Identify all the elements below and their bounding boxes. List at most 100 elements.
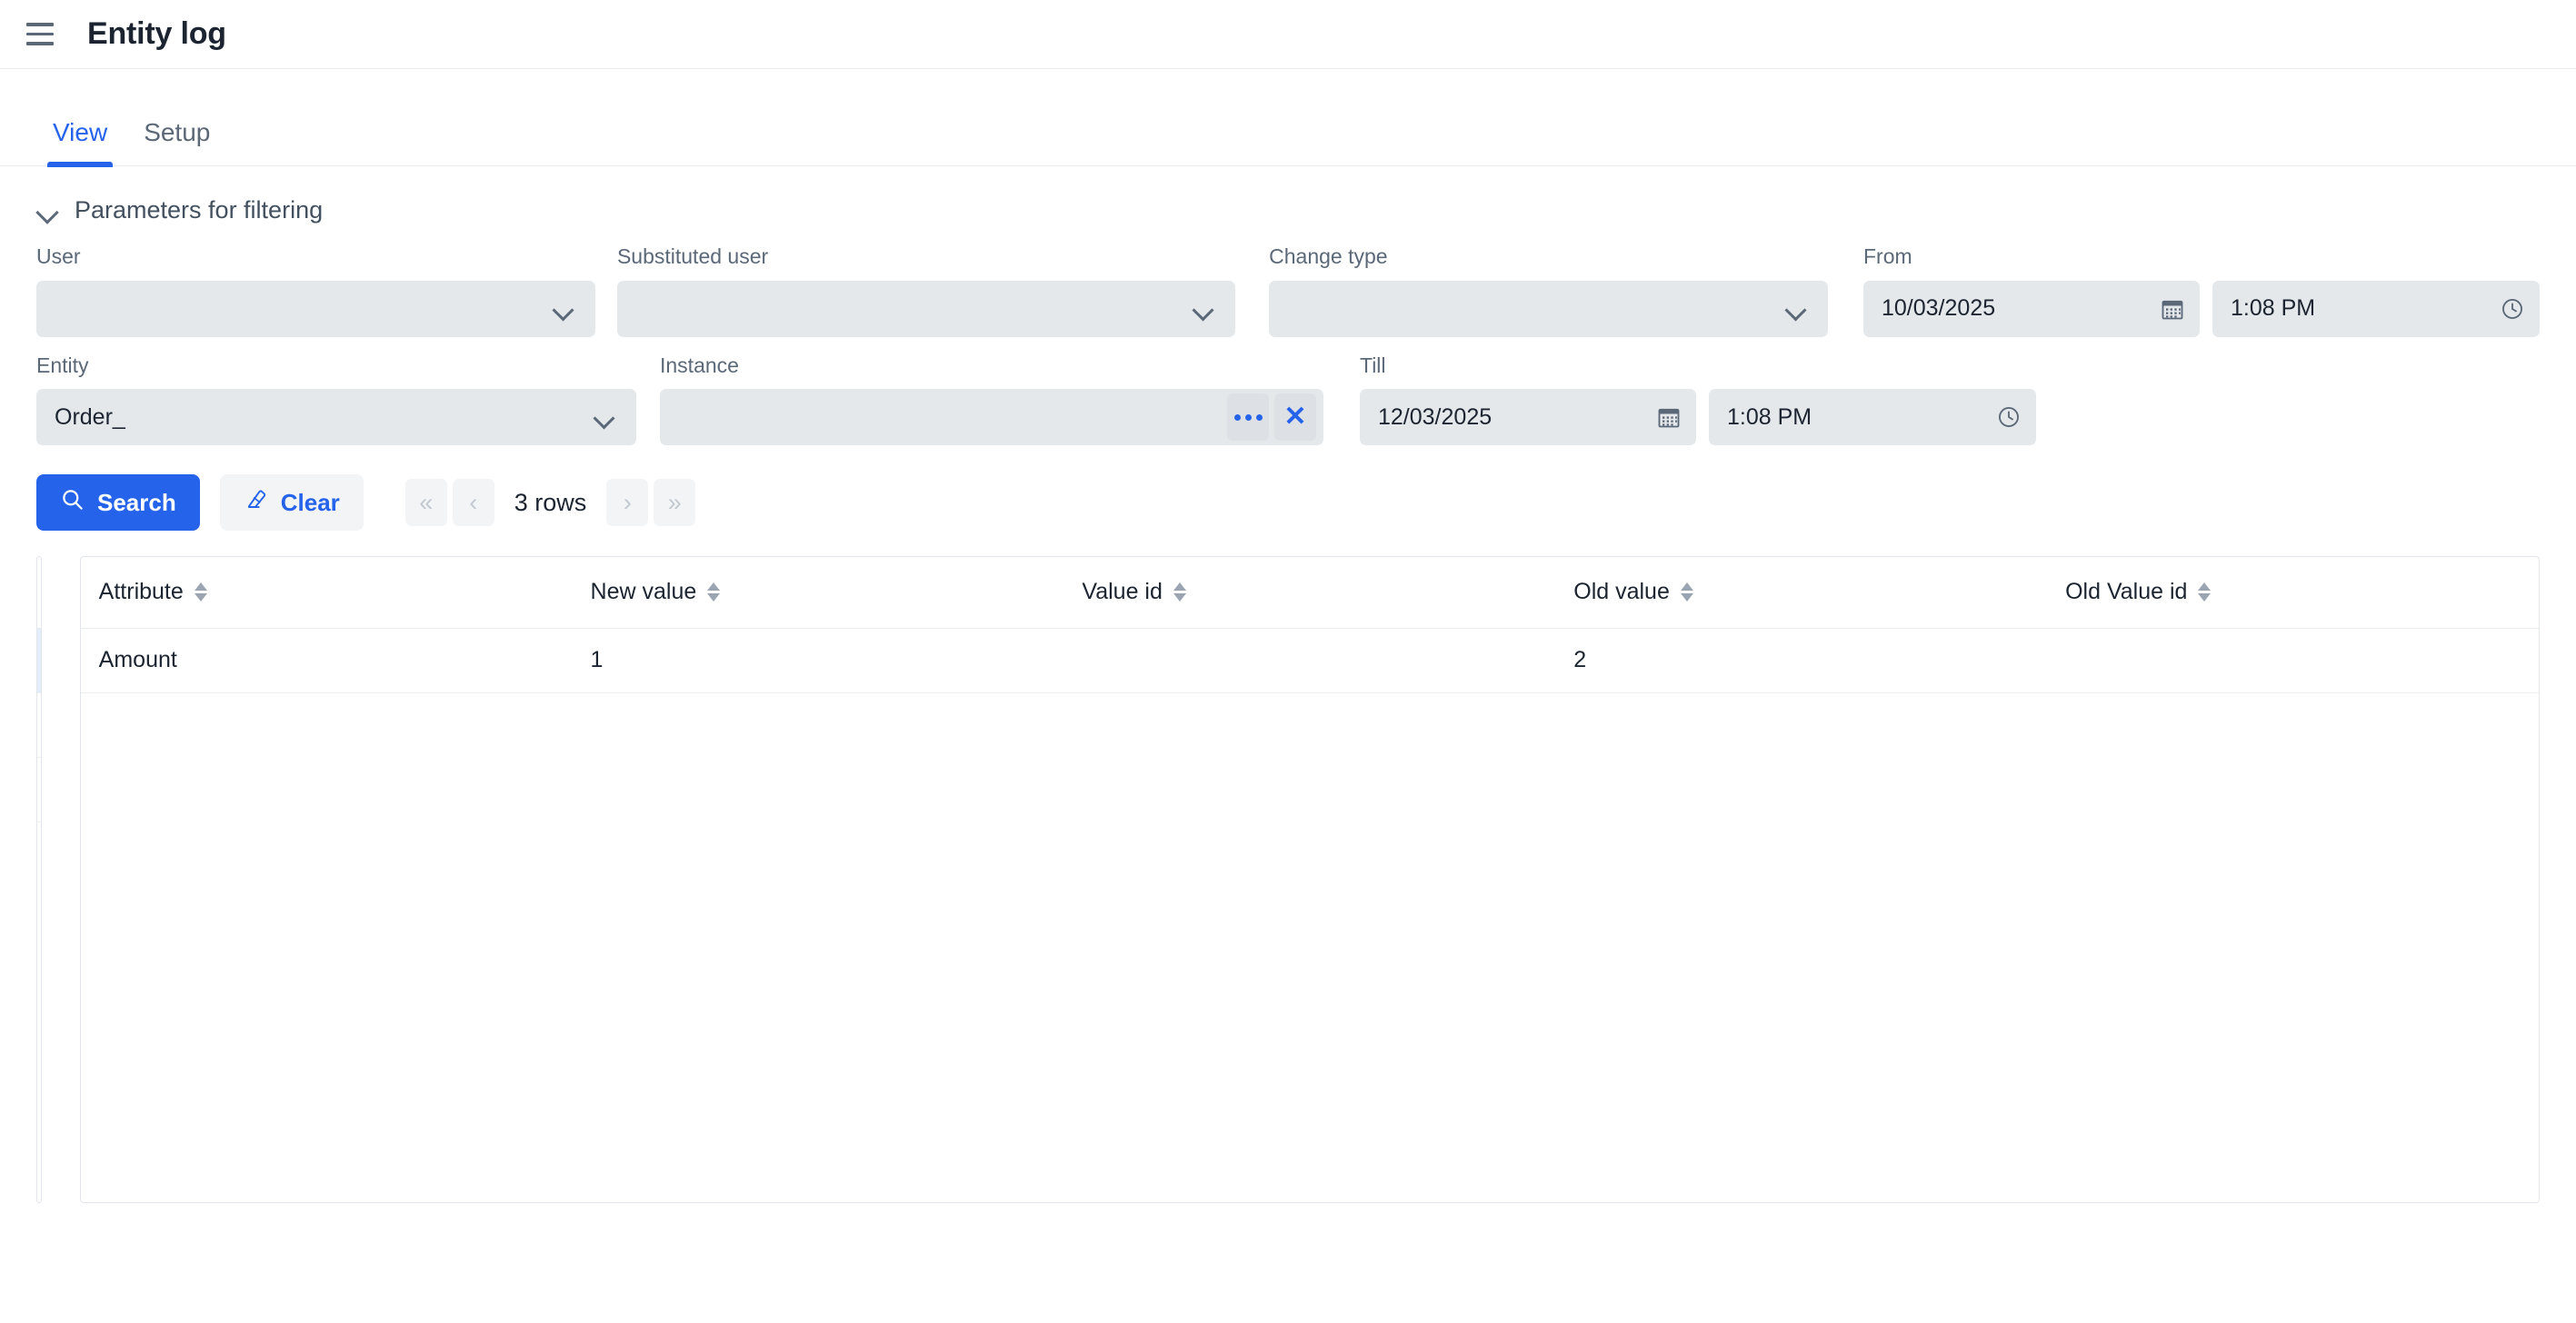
table-cell: 11/03/20... bbox=[37, 757, 41, 822]
entity-select[interactable]: Order_ bbox=[36, 389, 636, 446]
entity-log-table-grid: WhenUserSubsti...Chang...Entity i...Enti… bbox=[37, 557, 41, 822]
sort-icon bbox=[707, 582, 721, 602]
sort-icon bbox=[2198, 582, 2212, 602]
chevron-down-icon bbox=[552, 297, 575, 321]
column-header-label: Old Value id bbox=[2065, 579, 2188, 605]
search-button-label: Search bbox=[97, 488, 176, 516]
pagination-row-count: 3 rows bbox=[514, 488, 587, 516]
search-button[interactable]: Search bbox=[36, 474, 200, 532]
field-label-change-type: Change type bbox=[1269, 244, 1388, 268]
table-header-row: WhenUserSubsti...Chang...Entity i...Enti… bbox=[37, 557, 41, 629]
calendar-icon[interactable] bbox=[2160, 296, 2185, 322]
filter-row-1: User Substituted user Change type From 1… bbox=[36, 244, 2540, 337]
calendar-icon[interactable] bbox=[1656, 404, 1682, 430]
column-header-label: Old value bbox=[1573, 579, 1670, 605]
tab-setup[interactable]: Setup bbox=[133, 120, 221, 165]
pagination-prev-button[interactable]: ‹ bbox=[452, 479, 494, 527]
page-title: Entity log bbox=[87, 16, 226, 51]
close-icon: ✕ bbox=[1283, 402, 1307, 433]
right-table-column-header[interactable]: Attribute bbox=[80, 557, 573, 629]
field-instance: Instance ✕ bbox=[660, 353, 1323, 446]
entity-log-table: WhenUserSubsti...Chang...Entity i...Enti… bbox=[36, 556, 42, 1204]
table-empty-space bbox=[37, 821, 41, 1203]
till-time-value: 1:08 PM bbox=[1727, 403, 1812, 430]
field-entity: Entity Order_ bbox=[36, 353, 636, 446]
entity-select-value: Order_ bbox=[55, 403, 125, 430]
field-user: User bbox=[36, 244, 595, 337]
filter-panel-title: Parameters for filtering bbox=[75, 196, 324, 224]
clock-icon[interactable] bbox=[1996, 404, 2022, 430]
field-label-instance: Instance bbox=[660, 353, 739, 377]
tab-bar: View Setup bbox=[0, 69, 2576, 167]
table-row[interactable]: 11/03/20...adminModifyWater B...Order019… bbox=[37, 692, 41, 758]
field-label-substituted-user: Substituted user bbox=[616, 244, 769, 268]
till-time-input[interactable]: 1:08 PM bbox=[1709, 389, 2036, 446]
field-substituted-user: Substituted user bbox=[616, 244, 1235, 337]
filter-fields: User Substituted user Change type From 1… bbox=[0, 244, 2576, 446]
substituted-user-select[interactable] bbox=[616, 280, 1235, 337]
column-header-label: Attribute bbox=[98, 579, 184, 605]
right-table-column-header[interactable]: Old Value id bbox=[2047, 557, 2539, 629]
tab-view[interactable]: View bbox=[42, 120, 118, 167]
table-empty-space bbox=[80, 692, 2539, 1203]
clear-button-label: Clear bbox=[280, 488, 340, 516]
field-label-entity: Entity bbox=[36, 353, 89, 377]
eraser-icon bbox=[244, 487, 268, 518]
attribute-changes-table: Attribute New value Value id Old value Old V… bbox=[79, 556, 2540, 1204]
table-cell bbox=[1063, 628, 1556, 693]
change-type-select[interactable] bbox=[1269, 280, 1828, 337]
clock-icon[interactable] bbox=[2500, 296, 2525, 322]
pagination-last-button[interactable]: » bbox=[654, 479, 696, 527]
table-header-row: Attribute New value Value id Old value Old V… bbox=[80, 557, 2539, 629]
table-cell bbox=[2047, 628, 2539, 693]
table-cell: Amount bbox=[80, 628, 573, 693]
till-date-input[interactable]: 12/03/2025 bbox=[1360, 389, 1696, 446]
right-table-column-header[interactable]: Old value bbox=[1555, 557, 2048, 629]
attribute-changes-table-grid: Attribute New value Value id Old value Old V… bbox=[80, 557, 2539, 693]
pagination-next-button[interactable]: › bbox=[606, 479, 649, 527]
from-date-value: 10/03/2025 bbox=[1882, 295, 1996, 322]
table-cell: 1 bbox=[572, 628, 1064, 693]
chevron-down-icon bbox=[1192, 297, 1215, 321]
right-table-column-header[interactable]: New value bbox=[572, 557, 1064, 629]
table-row[interactable]: Amount 1 2 bbox=[80, 628, 2539, 693]
field-change-type: Change type bbox=[1269, 244, 1828, 337]
search-icon bbox=[60, 487, 85, 518]
sort-icon bbox=[1680, 582, 1693, 602]
from-time-value: 1:08 PM bbox=[2231, 295, 2316, 322]
attribute-changes-table-head: Attribute New value Value id Old value Old V… bbox=[80, 557, 2539, 629]
field-label-from: From bbox=[1863, 244, 1912, 268]
column-header-label: Value id bbox=[1082, 579, 1163, 605]
filter-row-2: Entity Order_ Instance ✕ Till 12/03/2025… bbox=[36, 353, 2540, 446]
field-label-user: User bbox=[36, 244, 81, 268]
field-from: From 10/03/2025 1:08 PM bbox=[1863, 244, 2540, 337]
table-row[interactable]: 11/03/20...adminModifyRunning...Order019… bbox=[37, 628, 41, 693]
sort-icon bbox=[1173, 582, 1186, 602]
from-time-input[interactable]: 1:08 PM bbox=[2212, 280, 2540, 337]
tables-area: WhenUserSubsti...Chang...Entity i...Enti… bbox=[0, 531, 2576, 1204]
right-table-column-header[interactable]: Value id bbox=[1063, 557, 1556, 629]
table-cell: 11/03/20... bbox=[37, 628, 41, 693]
table-cell: 11/03/20... bbox=[37, 692, 41, 758]
chevron-down-icon bbox=[1784, 297, 1808, 321]
app-header: Entity log bbox=[0, 0, 2576, 69]
filter-panel-toggle[interactable]: Parameters for filtering bbox=[0, 166, 323, 224]
field-label-till: Till bbox=[1360, 353, 1386, 377]
pagination-first-button[interactable]: « bbox=[404, 479, 447, 527]
clear-button[interactable]: Clear bbox=[219, 474, 364, 532]
instance-clear-button[interactable]: ✕ bbox=[1274, 393, 1316, 442]
ellipsis-icon bbox=[1233, 413, 1263, 421]
from-date-input[interactable]: 10/03/2025 bbox=[1863, 280, 2200, 337]
till-date-value: 12/03/2025 bbox=[1378, 403, 1493, 430]
hamburger-icon[interactable] bbox=[20, 15, 60, 55]
chevron-down-icon bbox=[36, 199, 60, 223]
user-select[interactable] bbox=[36, 280, 595, 337]
table-cell: 2 bbox=[1555, 628, 2048, 693]
entity-log-table-body: 11/03/20...adminModifyRunning...Order019… bbox=[37, 628, 41, 822]
table-row[interactable]: 11/03/20...adminModifySports T...Order01… bbox=[37, 757, 41, 822]
field-till: Till 12/03/2025 1:08 PM bbox=[1360, 353, 2036, 446]
action-bar: Search Clear « ‹ 3 rows › » bbox=[0, 462, 2576, 532]
instance-browse-button[interactable] bbox=[1227, 393, 1269, 442]
instance-input[interactable]: ✕ bbox=[660, 389, 1323, 446]
left-table-column-header[interactable]: When bbox=[37, 557, 41, 629]
